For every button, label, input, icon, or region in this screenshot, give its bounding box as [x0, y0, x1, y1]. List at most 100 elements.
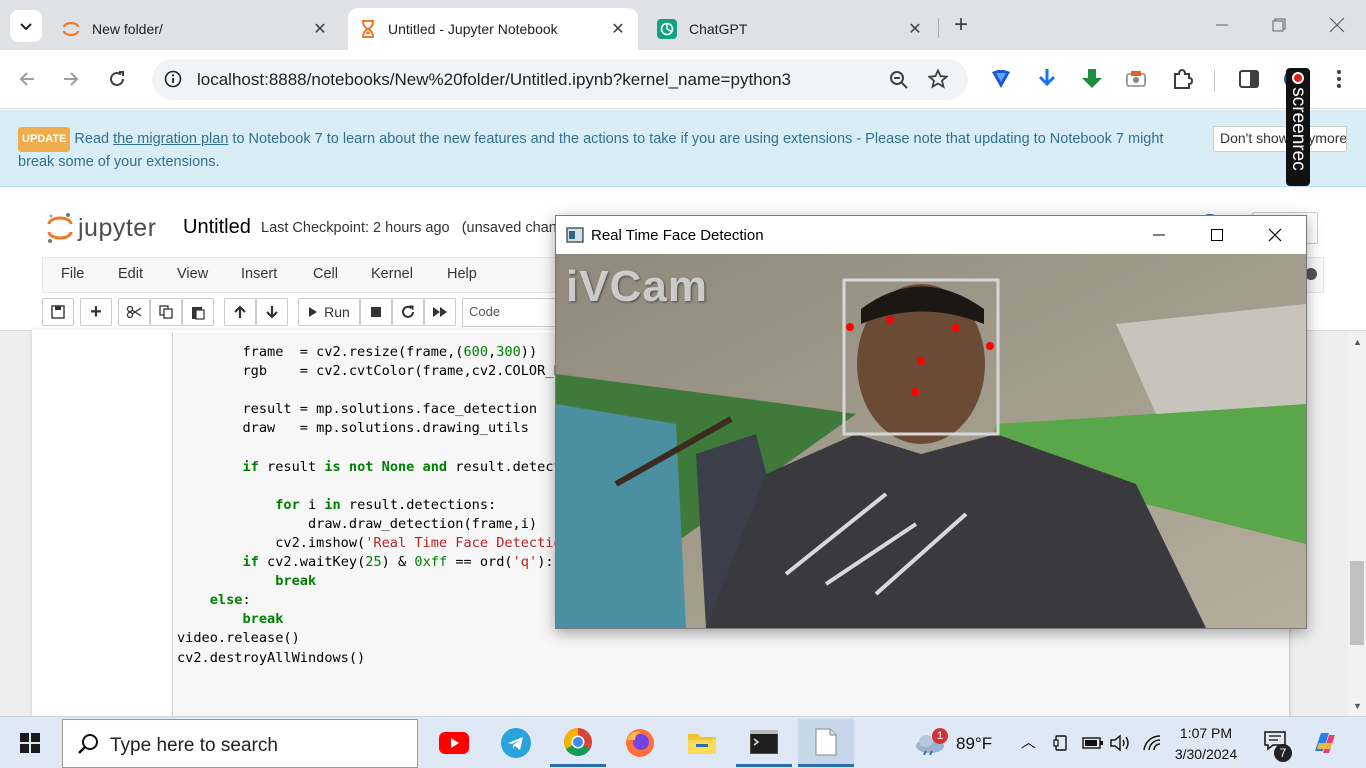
- menu-kernel[interactable]: Kernel: [371, 266, 413, 282]
- copilot-icon[interactable]: [1311, 729, 1339, 757]
- window-maximize-icon[interactable]: [1188, 216, 1246, 254]
- update-badge: UPDATE: [18, 127, 71, 152]
- dont-show-button[interactable]: Don't show anymore: [1213, 126, 1347, 152]
- banner-text-before: Read: [74, 131, 114, 147]
- save-icon: [51, 305, 65, 319]
- telegram-app[interactable]: [488, 719, 544, 767]
- side-panel-icon[interactable]: [1234, 64, 1264, 94]
- download-blue-icon[interactable]: [1032, 64, 1062, 94]
- ivcam-watermark: iVCam: [566, 262, 708, 311]
- browser-menu-icon[interactable]: [1324, 64, 1354, 94]
- tab-search-icon[interactable]: [10, 10, 42, 42]
- browser-toolbar: localhost:8888/notebooks/New%20folder/Un…: [0, 50, 1366, 109]
- file-explorer-app[interactable]: [674, 719, 730, 767]
- menu-cell[interactable]: Cell: [313, 266, 338, 282]
- download-green-icon[interactable]: [1077, 64, 1107, 94]
- weather-alert-badge: 1: [932, 728, 948, 744]
- notebook-name[interactable]: Untitled: [183, 216, 251, 239]
- windows-logo-icon: [20, 733, 40, 753]
- jupyter-logo-text[interactable]: jupyter: [78, 214, 157, 243]
- site-info-icon[interactable]: [164, 70, 182, 88]
- extension-shield-icon[interactable]: [986, 64, 1016, 94]
- tab-close-icon[interactable]: ✕: [907, 21, 923, 38]
- run-button[interactable]: Run: [298, 298, 360, 326]
- chrome-app[interactable]: [550, 719, 606, 767]
- menu-insert[interactable]: Insert: [241, 266, 277, 282]
- menu-help[interactable]: Help: [447, 266, 477, 282]
- screenrec-widget[interactable]: screenrec: [1286, 68, 1310, 186]
- update-banner: UPDATE Read the migration plan to Noteboo…: [0, 110, 1366, 187]
- taskbar-search[interactable]: Type here to search: [62, 719, 418, 768]
- checkpoint-text: Last Checkpoint: 2 hours ago: [261, 220, 450, 236]
- paste-button[interactable]: [182, 298, 214, 326]
- windows-taskbar: Type here to search 1 89°F ︿ 1:07 PM 3/3…: [0, 716, 1366, 768]
- new-tab-icon[interactable]: +: [946, 10, 976, 40]
- tab-new-folder[interactable]: New folder/ ✕: [50, 8, 340, 50]
- firefox-icon: [626, 729, 654, 757]
- minimize-icon[interactable]: [1193, 0, 1251, 50]
- restart-button[interactable]: [392, 298, 424, 326]
- jupyter-favicon-icon: [62, 20, 80, 38]
- move-down-button[interactable]: [256, 298, 288, 326]
- screen-capture-icon[interactable]: [1121, 64, 1151, 94]
- folder-icon: [688, 734, 716, 754]
- show-hidden-icons-icon[interactable]: ︿: [1021, 731, 1036, 752]
- clock-date: 3/30/2024: [1174, 746, 1238, 762]
- save-button[interactable]: [42, 298, 74, 326]
- window-app-icon: [566, 227, 584, 243]
- play-icon: [309, 307, 318, 317]
- document-app[interactable]: [798, 719, 854, 767]
- meet-now-icon[interactable]: [1053, 735, 1069, 751]
- tab-chatgpt[interactable]: ChatGPT ✕: [645, 8, 935, 50]
- copy-icon: [159, 305, 173, 319]
- terminal-icon: [750, 729, 778, 754]
- menu-file[interactable]: File: [61, 266, 84, 282]
- window-minimize-icon[interactable]: [1130, 216, 1188, 254]
- reload-icon[interactable]: [102, 64, 132, 94]
- restore-icon[interactable]: [1250, 0, 1308, 50]
- scrollbar-thumb[interactable]: [1350, 561, 1364, 645]
- scroll-up-icon[interactable]: ▲: [1353, 337, 1362, 347]
- bookmark-star-icon[interactable]: [928, 69, 948, 89]
- terminal-app[interactable]: [736, 719, 792, 767]
- system-clock[interactable]: 1:07 PM 3/30/2024: [1166, 723, 1246, 765]
- camera-feed: iVCam: [556, 254, 1306, 628]
- arrow-up-icon: [234, 305, 246, 318]
- restart-run-all-button[interactable]: [424, 298, 456, 326]
- chrome-icon: [564, 727, 592, 756]
- interrupt-button[interactable]: [360, 298, 392, 326]
- telegram-icon: [501, 728, 531, 758]
- volume-icon[interactable]: [1110, 734, 1132, 752]
- migration-plan-link[interactable]: the migration plan: [113, 131, 228, 147]
- insert-cell-button[interactable]: +: [80, 298, 112, 326]
- hourglass-icon: [360, 20, 376, 38]
- scroll-down-icon[interactable]: ▼: [1353, 701, 1362, 711]
- menu-edit[interactable]: Edit: [118, 266, 143, 282]
- banner-message: UPDATE Read the migration plan to Noteboo…: [18, 127, 1198, 173]
- page-scrollbar[interactable]: ▲ ▼: [1348, 333, 1366, 716]
- move-up-button[interactable]: [224, 298, 256, 326]
- copy-button[interactable]: [150, 298, 182, 326]
- tab-close-icon[interactable]: ✕: [610, 21, 626, 38]
- window-close-icon[interactable]: [1246, 216, 1304, 254]
- menu-view[interactable]: View: [177, 266, 208, 282]
- start-button[interactable]: [2, 719, 58, 767]
- weather-temperature[interactable]: 89°F: [956, 734, 992, 754]
- zoom-icon[interactable]: [889, 70, 909, 90]
- address-bar[interactable]: localhost:8888/notebooks/New%20folder/Un…: [152, 59, 968, 100]
- tab-close-icon[interactable]: ✕: [312, 21, 328, 38]
- cut-button[interactable]: [118, 298, 150, 326]
- youtube-app[interactable]: [426, 719, 482, 767]
- jupyter-logo-icon[interactable]: [46, 212, 74, 244]
- battery-icon[interactable]: [1082, 737, 1104, 749]
- face-detection-window[interactable]: Real Time Face Detection iVCam: [555, 215, 1307, 629]
- window-titlebar[interactable]: Real Time Face Detection: [556, 216, 1306, 254]
- extensions-puzzle-icon[interactable]: [1167, 64, 1197, 94]
- back-icon[interactable]: [12, 64, 42, 94]
- fast-forward-icon: [433, 307, 447, 317]
- firefox-app[interactable]: [612, 719, 668, 767]
- close-window-icon[interactable]: [1308, 0, 1366, 50]
- wifi-icon[interactable]: [1142, 734, 1162, 752]
- tab-untitled-notebook[interactable]: Untitled - Jupyter Notebook ✕: [348, 8, 638, 50]
- forward-icon[interactable]: [56, 64, 86, 94]
